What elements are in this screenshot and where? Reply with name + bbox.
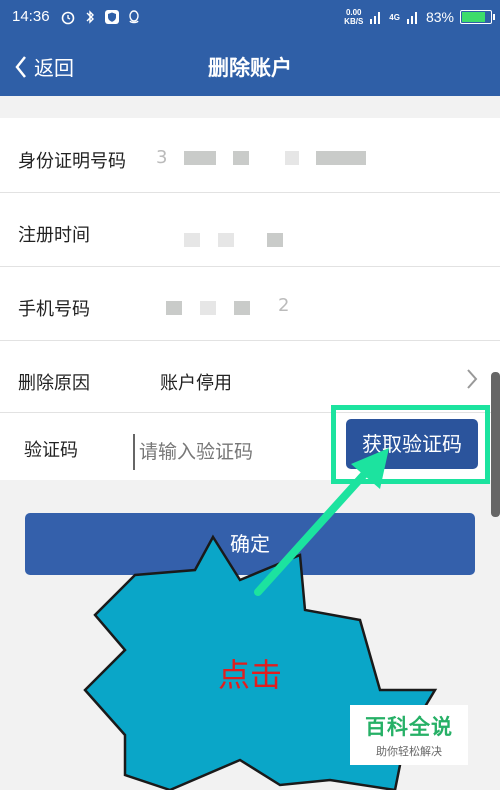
watermark-logo: 百科全说 助你轻松解决 — [350, 705, 468, 765]
shield-icon — [105, 10, 119, 24]
delete-reason-value: 账户停用 — [160, 373, 232, 394]
masked-text — [184, 233, 200, 247]
masked-text — [285, 151, 299, 165]
phone-label: 手机号码 — [18, 299, 90, 320]
id-number-value: 3 — [156, 147, 168, 168]
masked-text — [184, 151, 216, 165]
app-header: 返回 删除账户 — [0, 36, 500, 96]
battery-fill — [462, 12, 486, 22]
watermark-title: 百科全说 — [365, 715, 453, 739]
masked-text — [233, 151, 249, 165]
row-id-number: 身份证明号码 3 — [0, 120, 500, 193]
confirm-button[interactable]: 确定 — [25, 513, 475, 575]
page-title: 删除账户 — [208, 56, 292, 80]
phone-value: 2 — [278, 295, 290, 316]
click-annotation: 点击 — [218, 656, 283, 694]
divider — [0, 192, 500, 193]
chevron-right-icon — [467, 369, 478, 389]
masked-text — [218, 233, 234, 247]
divider — [0, 266, 500, 267]
status-bar: 14:36 0.00 KB/S 4G 83% — [0, 0, 500, 36]
divider — [0, 340, 500, 341]
masked-text — [166, 301, 182, 315]
scrollbar[interactable] — [491, 372, 500, 517]
alarm-icon — [61, 11, 75, 25]
highlight-box — [331, 405, 490, 484]
signal-icon — [370, 12, 381, 24]
watermark-subtitle: 助你轻松解决 — [376, 745, 442, 758]
status-time: 14:36 — [12, 8, 50, 25]
masked-text — [234, 301, 250, 315]
network-type: 4G — [389, 12, 400, 22]
qq-icon — [129, 10, 139, 24]
id-number-label: 身份证明号码 — [18, 151, 126, 172]
masked-text — [267, 233, 283, 247]
net-speed: 0.00 KB/S — [344, 8, 364, 26]
code-label: 验证码 — [24, 440, 78, 461]
masked-text — [316, 151, 366, 165]
code-input[interactable] — [133, 434, 323, 470]
register-time-label: 注册时间 — [18, 225, 90, 246]
battery-icon — [460, 10, 495, 24]
signal-icon-2 — [406, 12, 417, 24]
delete-reason-label: 删除原因 — [18, 373, 90, 394]
bluetooth-icon — [86, 10, 94, 24]
status-left-icons — [60, 9, 142, 25]
row-register-time: 注册时间 — [0, 194, 500, 267]
row-phone: 手机号码 2 — [0, 268, 500, 341]
battery-percent: 83% — [425, 9, 454, 25]
status-right: 0.00 KB/S 4G 83% — [344, 8, 495, 26]
masked-text — [200, 301, 216, 315]
